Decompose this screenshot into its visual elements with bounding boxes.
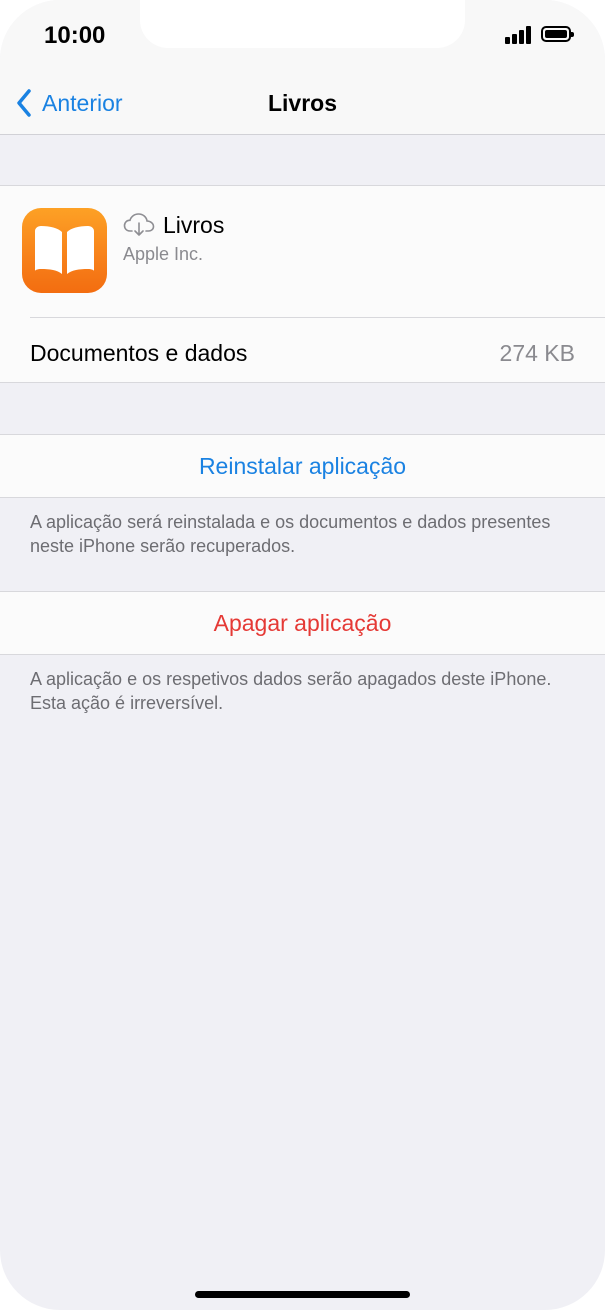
- books-app-icon: [22, 208, 107, 293]
- app-developer: Apple Inc.: [123, 244, 204, 264]
- notch: [140, 0, 465, 48]
- reinstall-footnote: A aplicação será reinstalada e os docume…: [30, 512, 551, 556]
- delete-footnote: A aplicação e os respetivos dados serão …: [30, 669, 552, 713]
- home-indicator[interactable]: [195, 1291, 410, 1298]
- signal-icon: [505, 26, 535, 44]
- status-bar: 10:00: [0, 0, 605, 70]
- reinstall-app-button[interactable]: Reinstalar aplicação: [0, 434, 605, 498]
- page-title: Livros: [267, 90, 338, 116]
- delete-app-button[interactable]: Apagar aplicação: [0, 591, 605, 655]
- app-name: Livros: [163, 212, 225, 238]
- app-info-group: Livros Apple Inc. Documentos e dados 274…: [0, 185, 605, 383]
- battery-icon: [541, 26, 574, 42]
- status-time: 10:00: [44, 22, 106, 49]
- documents-data-label: Documentos e dados: [30, 340, 248, 366]
- cloud-download-icon: [123, 213, 155, 236]
- divider: [30, 317, 605, 318]
- phone-screen: 10:00 Anterior Livros Livros Apple Inc. …: [0, 0, 605, 1310]
- documents-data-size: 274 KB: [499, 340, 575, 366]
- navigation-bar: Anterior Livros: [0, 70, 605, 135]
